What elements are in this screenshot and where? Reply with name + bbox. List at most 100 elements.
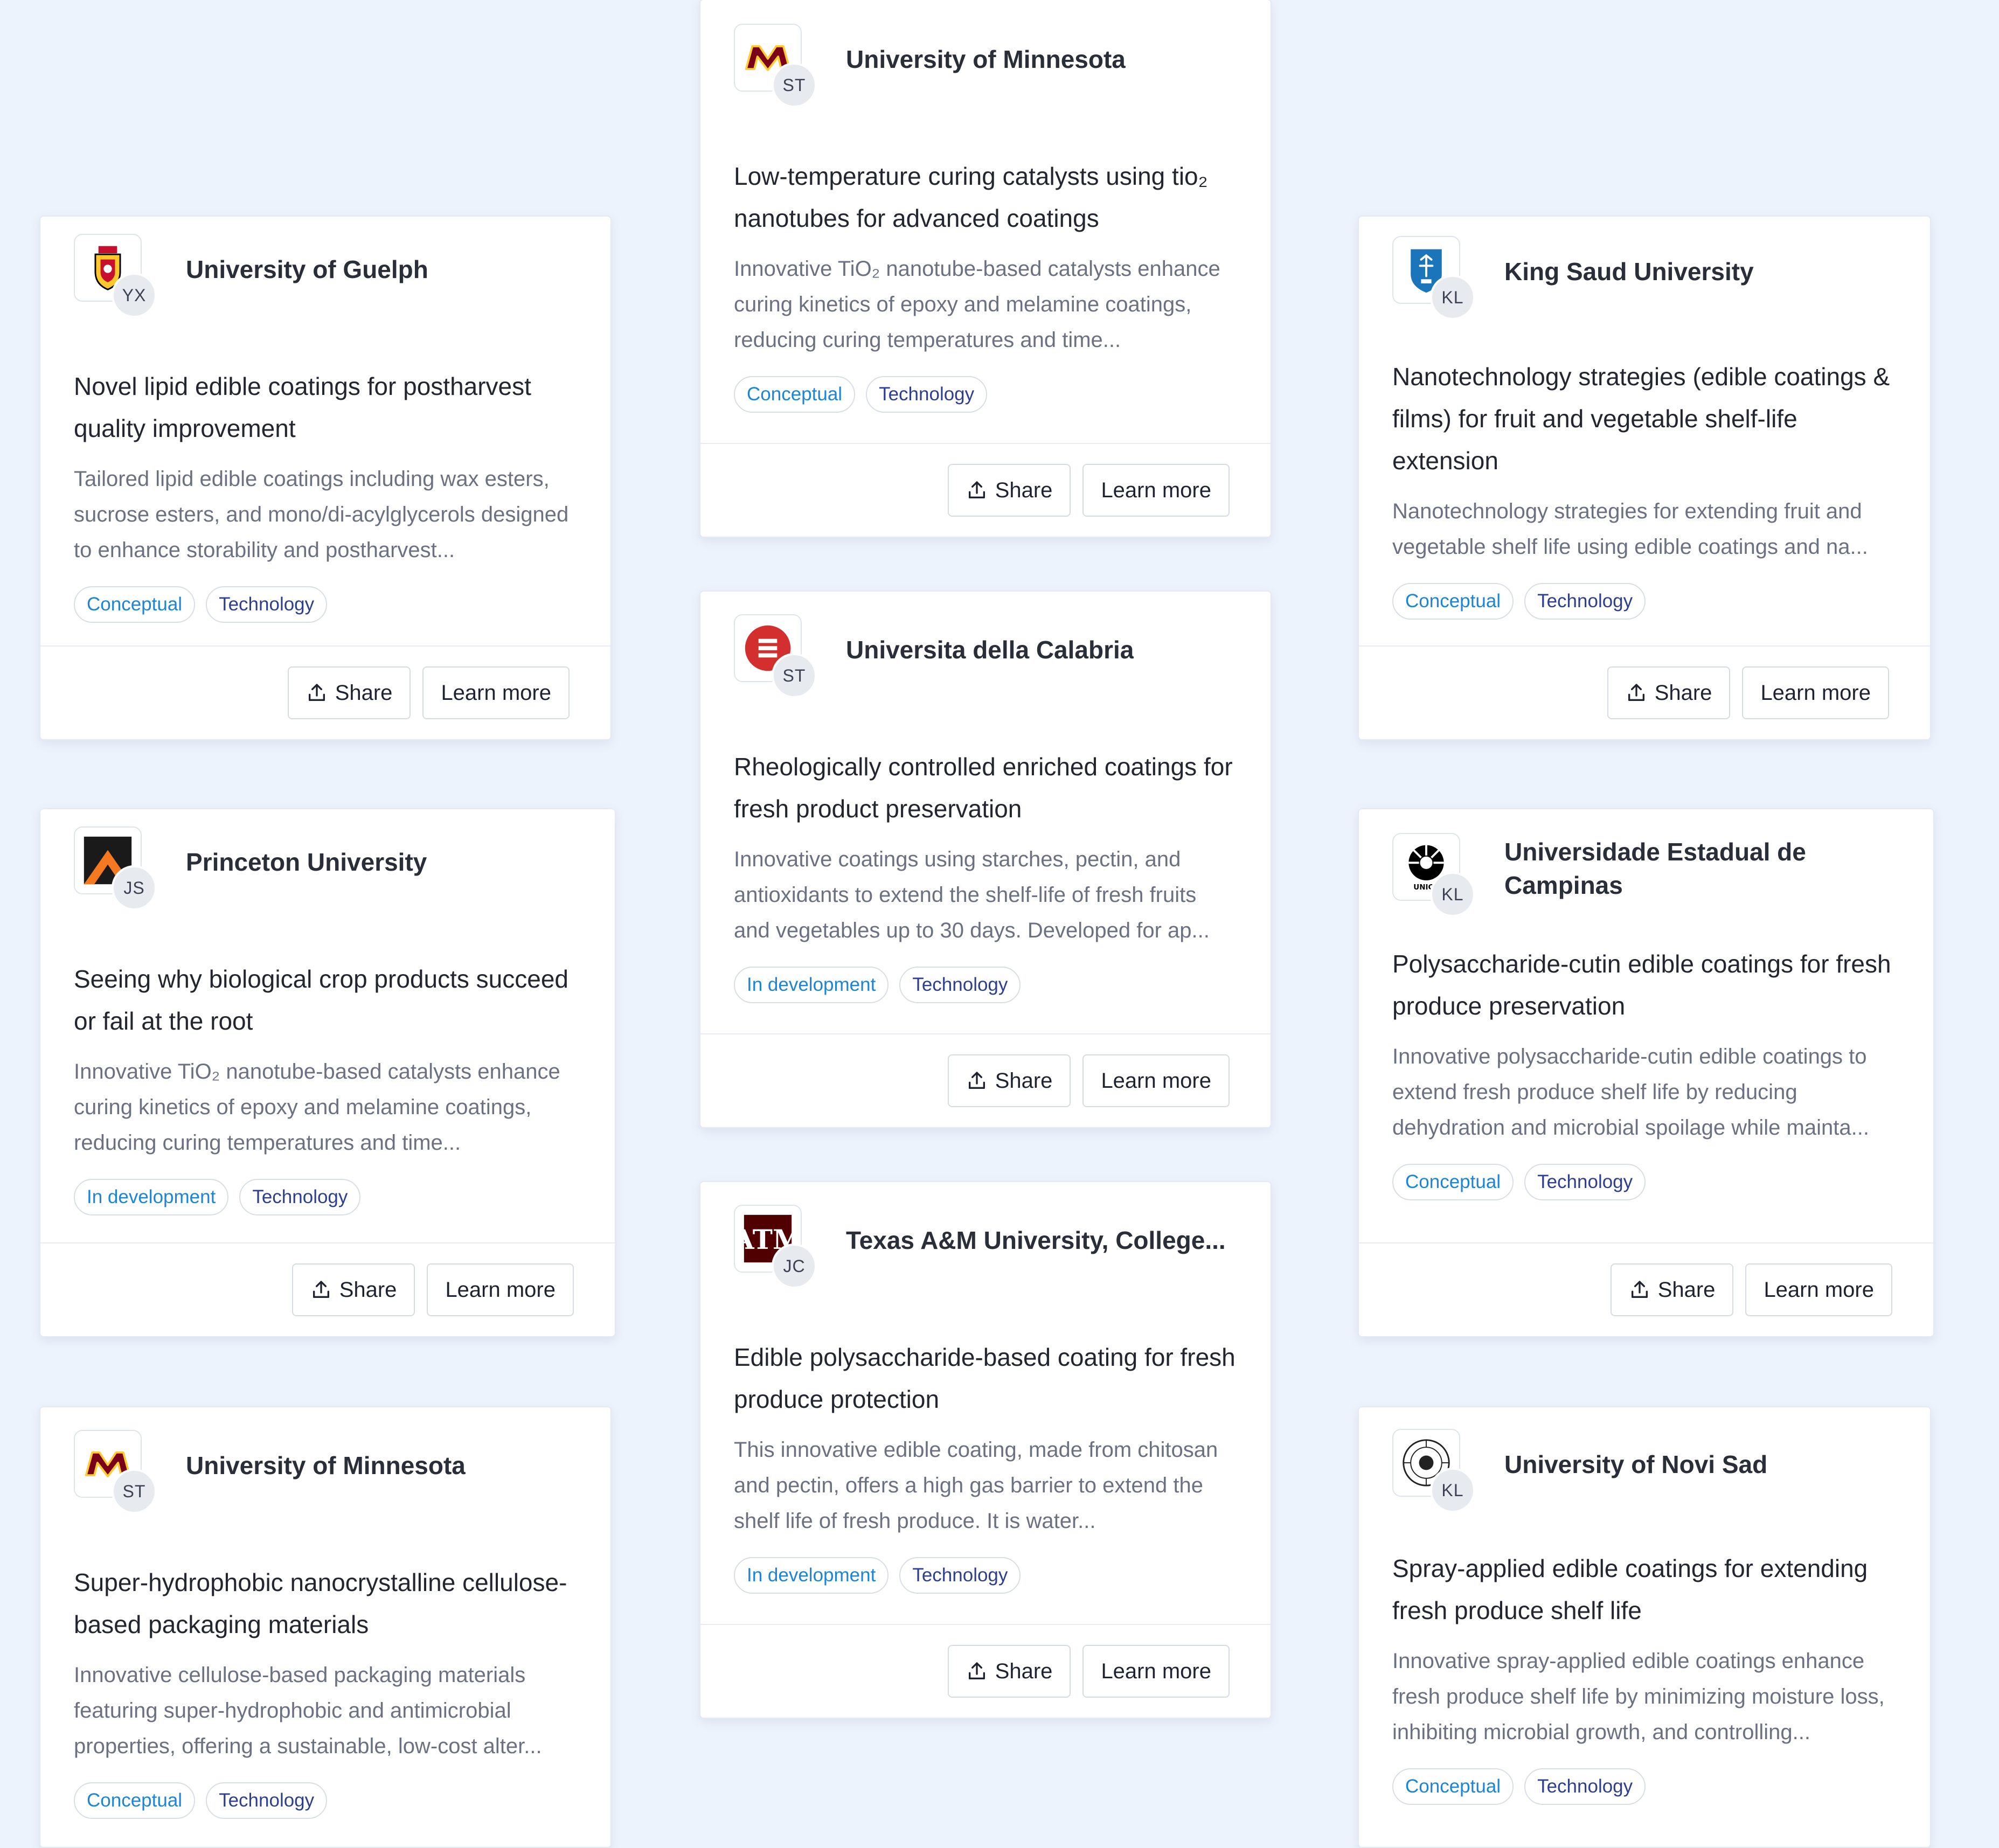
owner-avatar: ST <box>112 1469 157 1514</box>
owner-avatar: ST <box>772 653 817 698</box>
innovation-card[interactable]: ST University of Minnesota Low-temperatu… <box>699 0 1272 538</box>
type-tag: Technology <box>206 1782 328 1819</box>
innovation-card[interactable]: JC Texas A&M University, College... Edib… <box>699 1181 1272 1719</box>
share-icon <box>306 682 328 704</box>
university-name: University of Novi Sad <box>1504 1450 1768 1478</box>
learn-more-button[interactable]: Learn more <box>1745 1263 1892 1316</box>
share-label: Share <box>995 478 1053 502</box>
status-tag: Conceptual <box>1392 583 1514 620</box>
share-label: Share <box>339 1277 397 1302</box>
status-tag: Conceptual <box>734 376 856 413</box>
university-name: King Saud University <box>1504 257 1754 286</box>
learn-more-button[interactable]: Learn more <box>1082 464 1230 517</box>
university-logo: JC <box>734 1205 817 1289</box>
innovation-card[interactable]: YX University of Guelph Novel lipid edib… <box>39 216 612 740</box>
learn-more-label: Learn more <box>1101 1659 1211 1683</box>
university-logo: ST <box>734 24 817 108</box>
owner-avatar: KL <box>1430 1468 1475 1513</box>
card-description: Nanotechnology strategies for extending … <box>1392 499 1868 559</box>
university-name: University of Minnesota <box>846 45 1126 73</box>
learn-more-label: Learn more <box>1101 478 1211 502</box>
card-title[interactable]: Novel lipid edible coatings for postharv… <box>74 365 577 449</box>
card-title[interactable]: Spray-applied edible coatings for extend… <box>1392 1547 1897 1631</box>
share-button[interactable]: Share <box>1610 1263 1734 1316</box>
card-title[interactable]: Super-hydrophobic nanocrystalline cellul… <box>74 1561 577 1645</box>
card-description: Innovative polysaccharide-cutin edible c… <box>1392 1045 1869 1140</box>
share-label: Share <box>1657 1277 1716 1302</box>
card-description: Innovative TiO₂ nanotube-based catalysts… <box>734 257 1220 352</box>
card-title[interactable]: Low-temperature curing catalysts using t… <box>734 155 1237 239</box>
learn-more-label: Learn more <box>1764 1277 1874 1302</box>
type-tag: Technology <box>1524 1164 1646 1200</box>
share-button[interactable]: Share <box>287 666 411 719</box>
share-icon <box>966 1070 988 1092</box>
type-tag: Technology <box>899 967 1021 1003</box>
card-description: Innovative TiO₂ nanotube-based catalysts… <box>74 1060 560 1155</box>
learn-more-button[interactable]: Learn more <box>1742 666 1889 719</box>
card-title[interactable]: Nanotechnology strategies (edible coatin… <box>1392 356 1897 482</box>
status-tag: In development <box>74 1179 229 1215</box>
university-name: University of Minnesota <box>186 1451 466 1479</box>
learn-more-button[interactable]: Learn more <box>1082 1054 1230 1107</box>
owner-avatar: KL <box>1430 872 1475 917</box>
innovation-card[interactable]: KL King Saud University Nanotechnology s… <box>1358 216 1931 740</box>
share-button[interactable]: Share <box>1607 666 1731 719</box>
university-name: Universita della Calabria <box>846 635 1134 664</box>
owner-avatar: JS <box>112 865 157 911</box>
university-logo: ST <box>74 1430 157 1514</box>
status-tag: Conceptual <box>1392 1164 1514 1200</box>
card-description: Innovative coatings using starches, pect… <box>734 847 1210 942</box>
university-logo: KL <box>1392 1429 1475 1513</box>
status-tag: Conceptual <box>74 586 196 623</box>
innovation-card[interactable]: ST Universita della Calabria Rheological… <box>699 590 1272 1128</box>
learn-more-button[interactable]: Learn more <box>427 1263 574 1316</box>
university-name: Texas A&M University, College... <box>846 1226 1226 1254</box>
university-name: Universidade Estadual de Campinas <box>1504 838 1806 899</box>
university-logo: ST <box>734 614 817 698</box>
share-icon <box>966 1661 988 1682</box>
learn-more-label: Learn more <box>445 1277 556 1302</box>
university-logo: KL <box>1392 833 1475 917</box>
university-logo: KL <box>1392 236 1475 320</box>
card-description: This innovative edible coating, made fro… <box>734 1438 1218 1533</box>
share-icon <box>310 1279 332 1301</box>
card-title[interactable]: Rheologically controlled enriched coatin… <box>734 746 1237 830</box>
owner-avatar: YX <box>112 273 157 318</box>
status-tag: Conceptual <box>74 1782 196 1819</box>
innovation-card[interactable]: KL University of Novi Sad Spray-applied … <box>1358 1406 1931 1848</box>
share-button[interactable]: Share <box>291 1263 415 1316</box>
share-button[interactable]: Share <box>947 1645 1071 1698</box>
university-name: Princeton University <box>186 847 427 876</box>
card-title[interactable]: Seeing why biological crop products succ… <box>74 958 581 1042</box>
type-tag: Technology <box>206 586 328 623</box>
owner-avatar: ST <box>772 62 817 108</box>
share-icon <box>1629 1279 1650 1301</box>
card-title[interactable]: Edible polysaccharide-based coating for … <box>734 1336 1237 1420</box>
type-tag: Technology <box>1524 1768 1646 1805</box>
card-title[interactable]: Polysaccharide-cutin edible coatings for… <box>1392 943 1900 1027</box>
share-label: Share <box>995 1068 1053 1093</box>
status-tag: In development <box>734 967 889 1003</box>
learn-more-button[interactable]: Learn more <box>1082 1645 1230 1698</box>
learn-more-label: Learn more <box>441 680 551 705</box>
owner-avatar: JC <box>772 1243 817 1289</box>
card-description: Innovative cellulose-based packaging mat… <box>74 1663 542 1758</box>
card-description: Innovative spray-applied edible coatings… <box>1392 1649 1885 1744</box>
learn-more-button[interactable]: Learn more <box>422 666 570 719</box>
learn-more-label: Learn more <box>1101 1068 1211 1093</box>
status-tag: Conceptual <box>1392 1768 1514 1805</box>
share-label: Share <box>335 680 393 705</box>
university-name: University of Guelph <box>186 255 428 283</box>
share-button[interactable]: Share <box>947 464 1071 517</box>
innovation-card[interactable]: ST University of Minnesota Super-hydroph… <box>39 1406 612 1848</box>
share-button[interactable]: Share <box>947 1054 1071 1107</box>
share-label: Share <box>1654 680 1712 705</box>
innovation-card[interactable]: JS Princeton University Seeing why biolo… <box>39 808 616 1337</box>
card-description: Tailored lipid edible coatings including… <box>74 467 569 562</box>
share-label: Share <box>995 1659 1053 1683</box>
learn-more-label: Learn more <box>1760 680 1871 705</box>
university-logo: YX <box>74 234 157 318</box>
share-icon <box>966 480 988 501</box>
university-logo: JS <box>74 826 157 911</box>
innovation-card[interactable]: KL Universidade Estadual de Campinas Pol… <box>1358 808 1934 1337</box>
